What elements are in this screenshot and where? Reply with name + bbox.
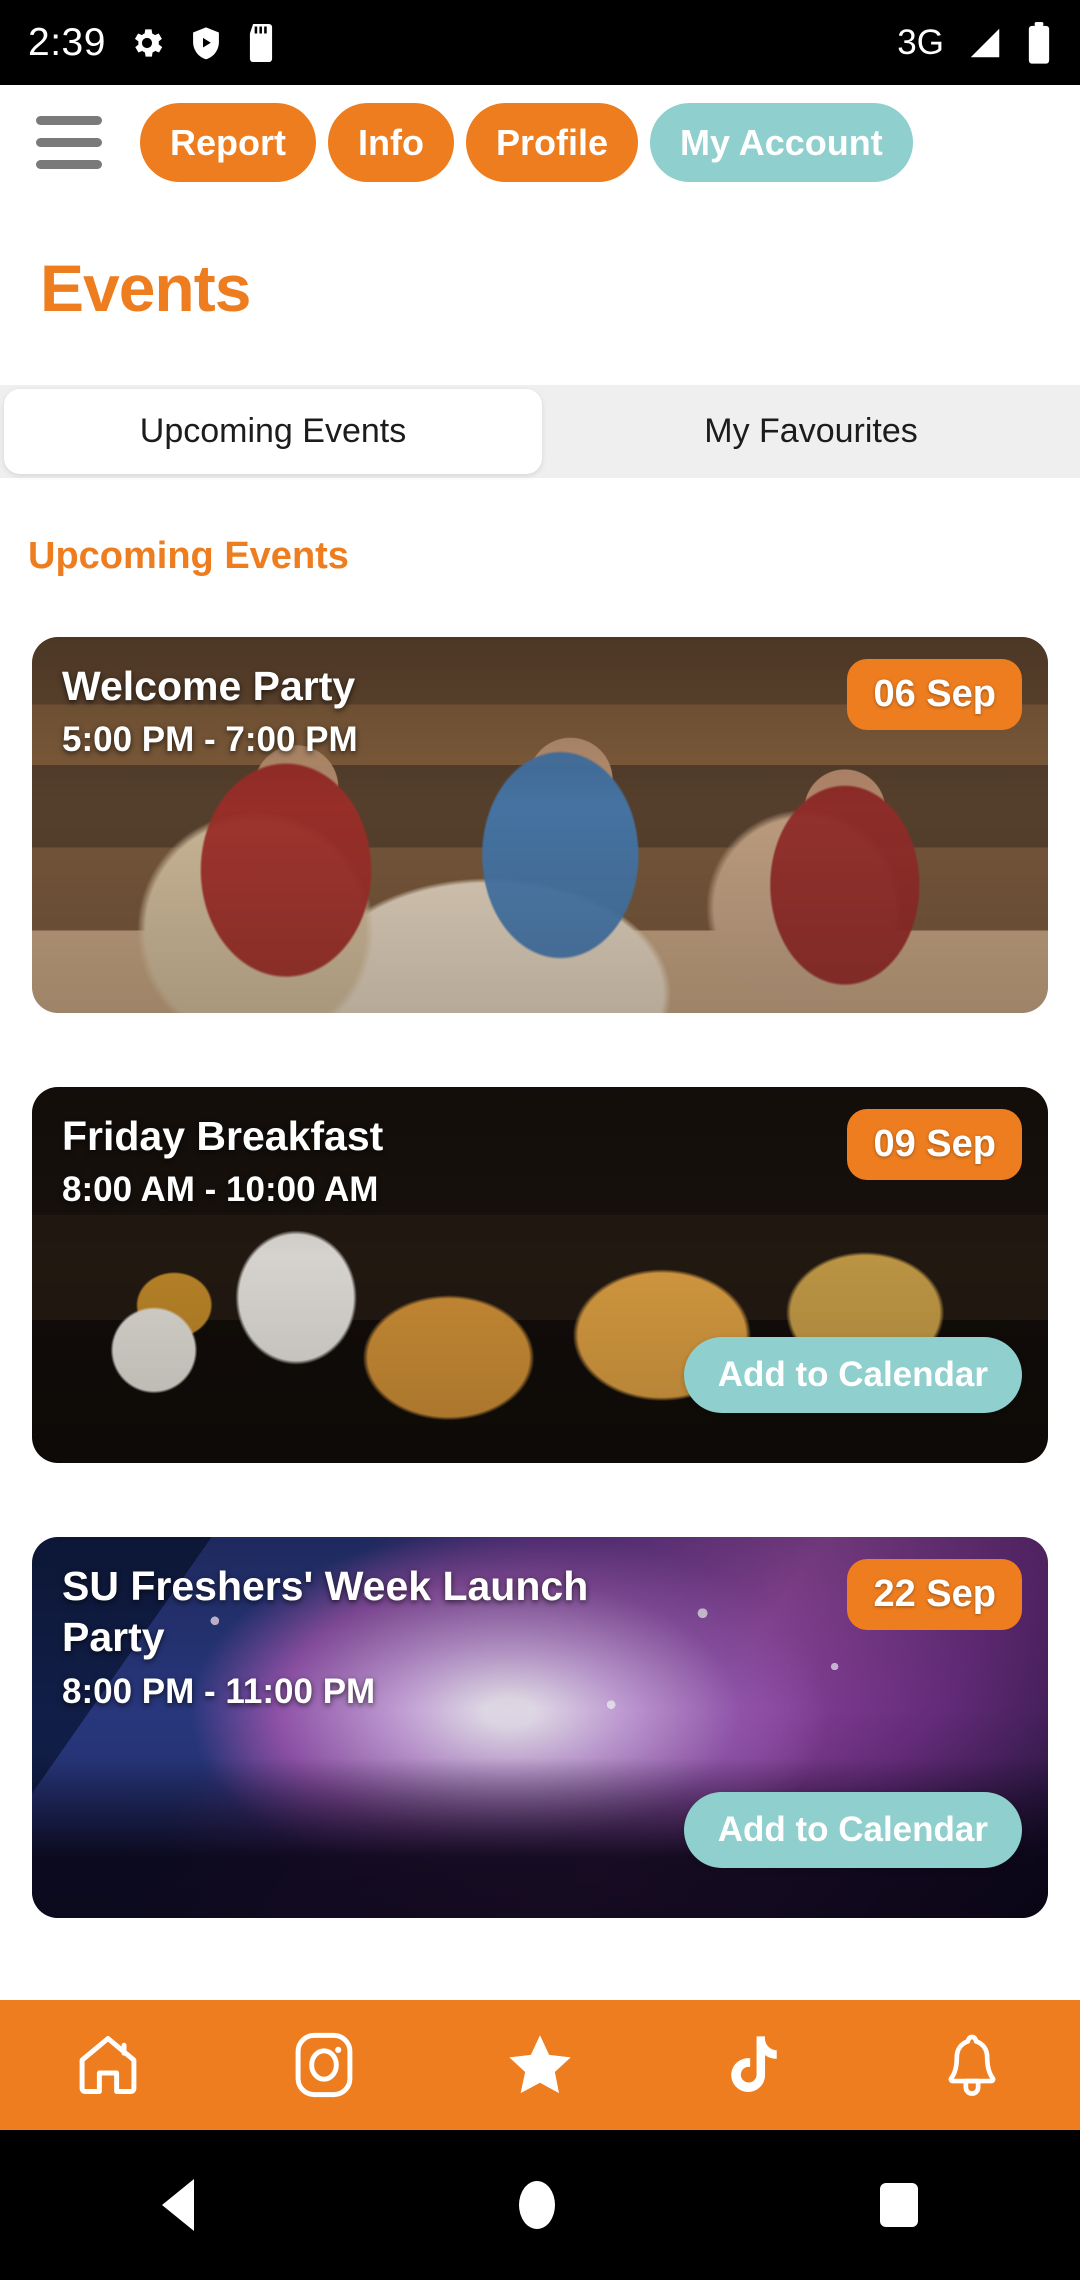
event-title: Friday Breakfast xyxy=(62,1113,384,1159)
hamburger-line xyxy=(36,138,102,147)
nav-pill-info[interactable]: Info xyxy=(328,103,454,182)
top-navigation-bar: Report Info Profile My Account xyxy=(0,85,1080,200)
bottom-nav-notifications[interactable] xyxy=(864,2000,1080,2130)
event-card-friday-breakfast[interactable]: Friday Breakfast 8:00 AM - 10:00 AM 09 S… xyxy=(32,1087,1048,1463)
home-circle-icon[interactable] xyxy=(518,2181,555,2229)
status-bar: 2:39 3G xyxy=(0,0,1080,85)
bottom-nav-tiktok[interactable] xyxy=(648,2000,864,2130)
signal-icon xyxy=(970,28,1000,57)
back-icon[interactable] xyxy=(162,2179,195,2231)
events-list[interactable]: Welcome Party 5:00 PM - 7:00 PM 06 Sep F… xyxy=(0,637,1080,1927)
sd-card-icon xyxy=(249,23,272,62)
event-date-badge: 09 Sep xyxy=(847,1109,1022,1180)
tab-upcoming-events[interactable]: Upcoming Events xyxy=(4,389,542,474)
status-bar-left: 2:39 xyxy=(28,23,276,62)
bell-icon xyxy=(948,2034,996,2096)
event-date-badge: 22 Sep xyxy=(847,1559,1022,1630)
gear-icon xyxy=(134,28,163,57)
add-to-calendar-button[interactable]: Add to Calendar xyxy=(683,1792,1022,1868)
bottom-navigation-bar xyxy=(0,2000,1080,2130)
event-title: SU Freshers' Week Launch Party xyxy=(62,1563,589,1661)
event-time: 8:00 PM - 11:00 PM xyxy=(62,1671,376,1711)
home-icon xyxy=(79,2036,137,2094)
tab-bar: Upcoming Events My Favourites xyxy=(0,385,1080,478)
event-date-badge: 06 Sep xyxy=(847,659,1022,730)
recents-square-icon[interactable] xyxy=(879,2183,918,2227)
tiktok-icon xyxy=(731,2036,777,2093)
nav-pill-row: Report Info Profile My Account xyxy=(140,103,913,182)
shield-play-icon xyxy=(193,26,219,59)
nav-pill-profile[interactable]: Profile xyxy=(465,103,639,182)
star-icon xyxy=(509,2035,571,2094)
page-title: Events xyxy=(40,251,251,325)
tab-my-favourites[interactable]: My Favourites xyxy=(542,385,1080,478)
hamburger-line xyxy=(36,116,102,125)
app-screen: 2:39 3G Report Info Profile My Account E… xyxy=(0,0,1080,2280)
nav-pill-report[interactable]: Report xyxy=(140,103,316,182)
status-bar-right: 3G xyxy=(897,21,1052,64)
event-card-welcome-party[interactable]: Welcome Party 5:00 PM - 7:00 PM 06 Sep xyxy=(32,637,1048,1013)
status-bar-clock: 2:39 xyxy=(28,21,106,64)
hamburger-line xyxy=(36,160,102,169)
section-heading-upcoming-events: Upcoming Events xyxy=(28,535,349,577)
add-to-calendar-button[interactable]: Add to Calendar xyxy=(683,1337,1022,1413)
nav-pill-my-account[interactable]: My Account xyxy=(650,103,913,182)
bottom-nav-home[interactable] xyxy=(0,2000,216,2130)
battery-icon xyxy=(1028,21,1050,64)
hamburger-menu-icon[interactable] xyxy=(30,108,108,178)
android-system-nav xyxy=(0,2130,1080,2280)
instagram-icon xyxy=(295,2032,353,2098)
network-type-label: 3G xyxy=(897,23,944,62)
bottom-nav-instagram[interactable] xyxy=(216,2000,432,2130)
event-title: Welcome Party xyxy=(62,663,356,709)
bottom-nav-favourites[interactable] xyxy=(432,2000,648,2130)
event-card-su-freshers-week-launch-party[interactable]: SU Freshers' Week Launch Party 8:00 PM -… xyxy=(32,1537,1048,1918)
